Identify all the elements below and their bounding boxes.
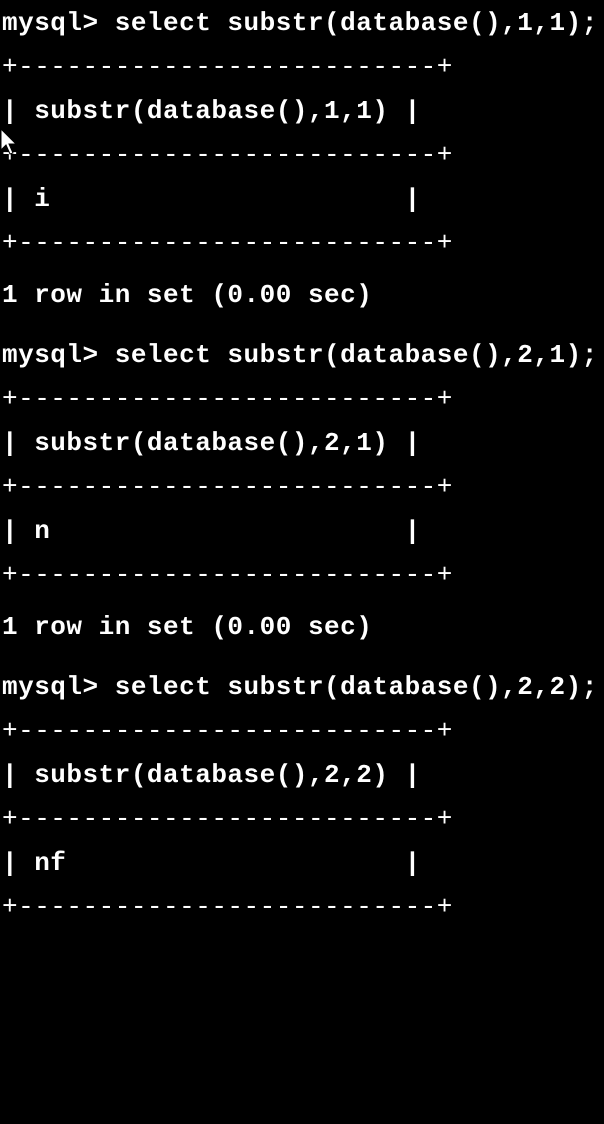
- table-data-1: | i |: [2, 186, 604, 216]
- table-header-1: | substr(database(),1,1) |: [2, 98, 604, 128]
- table-sep-bot-2: +--------------------------+: [2, 562, 604, 592]
- mysql-prompt-line-2[interactable]: mysql> select substr(database(),2,1);: [2, 342, 604, 372]
- table-header-3: | substr(database(),2,2) |: [2, 762, 604, 792]
- table-sep-mid-3: +--------------------------+: [2, 806, 604, 836]
- status-line-2: 1 row in set (0.00 sec): [2, 614, 604, 644]
- table-sep-mid-1: +--------------------------+: [2, 142, 604, 172]
- table-sep-top-3: +--------------------------+: [2, 718, 604, 748]
- table-sep-top-2: +--------------------------+: [2, 386, 604, 416]
- table-sep-mid-2: +--------------------------+: [2, 474, 604, 504]
- status-line-1: 1 row in set (0.00 sec): [2, 282, 604, 312]
- table-sep-top-1: +--------------------------+: [2, 54, 604, 84]
- mysql-prompt-line-3[interactable]: mysql> select substr(database(),2,2);: [2, 674, 604, 704]
- table-data-3: | nf |: [2, 850, 604, 880]
- table-header-2: | substr(database(),2,1) |: [2, 430, 604, 460]
- table-sep-bot-1: +--------------------------+: [2, 230, 604, 260]
- table-data-2: | n |: [2, 518, 604, 548]
- mysql-prompt-line-1[interactable]: mysql> select substr(database(),1,1);: [2, 10, 604, 40]
- table-sep-bot-3: +--------------------------+: [2, 894, 604, 924]
